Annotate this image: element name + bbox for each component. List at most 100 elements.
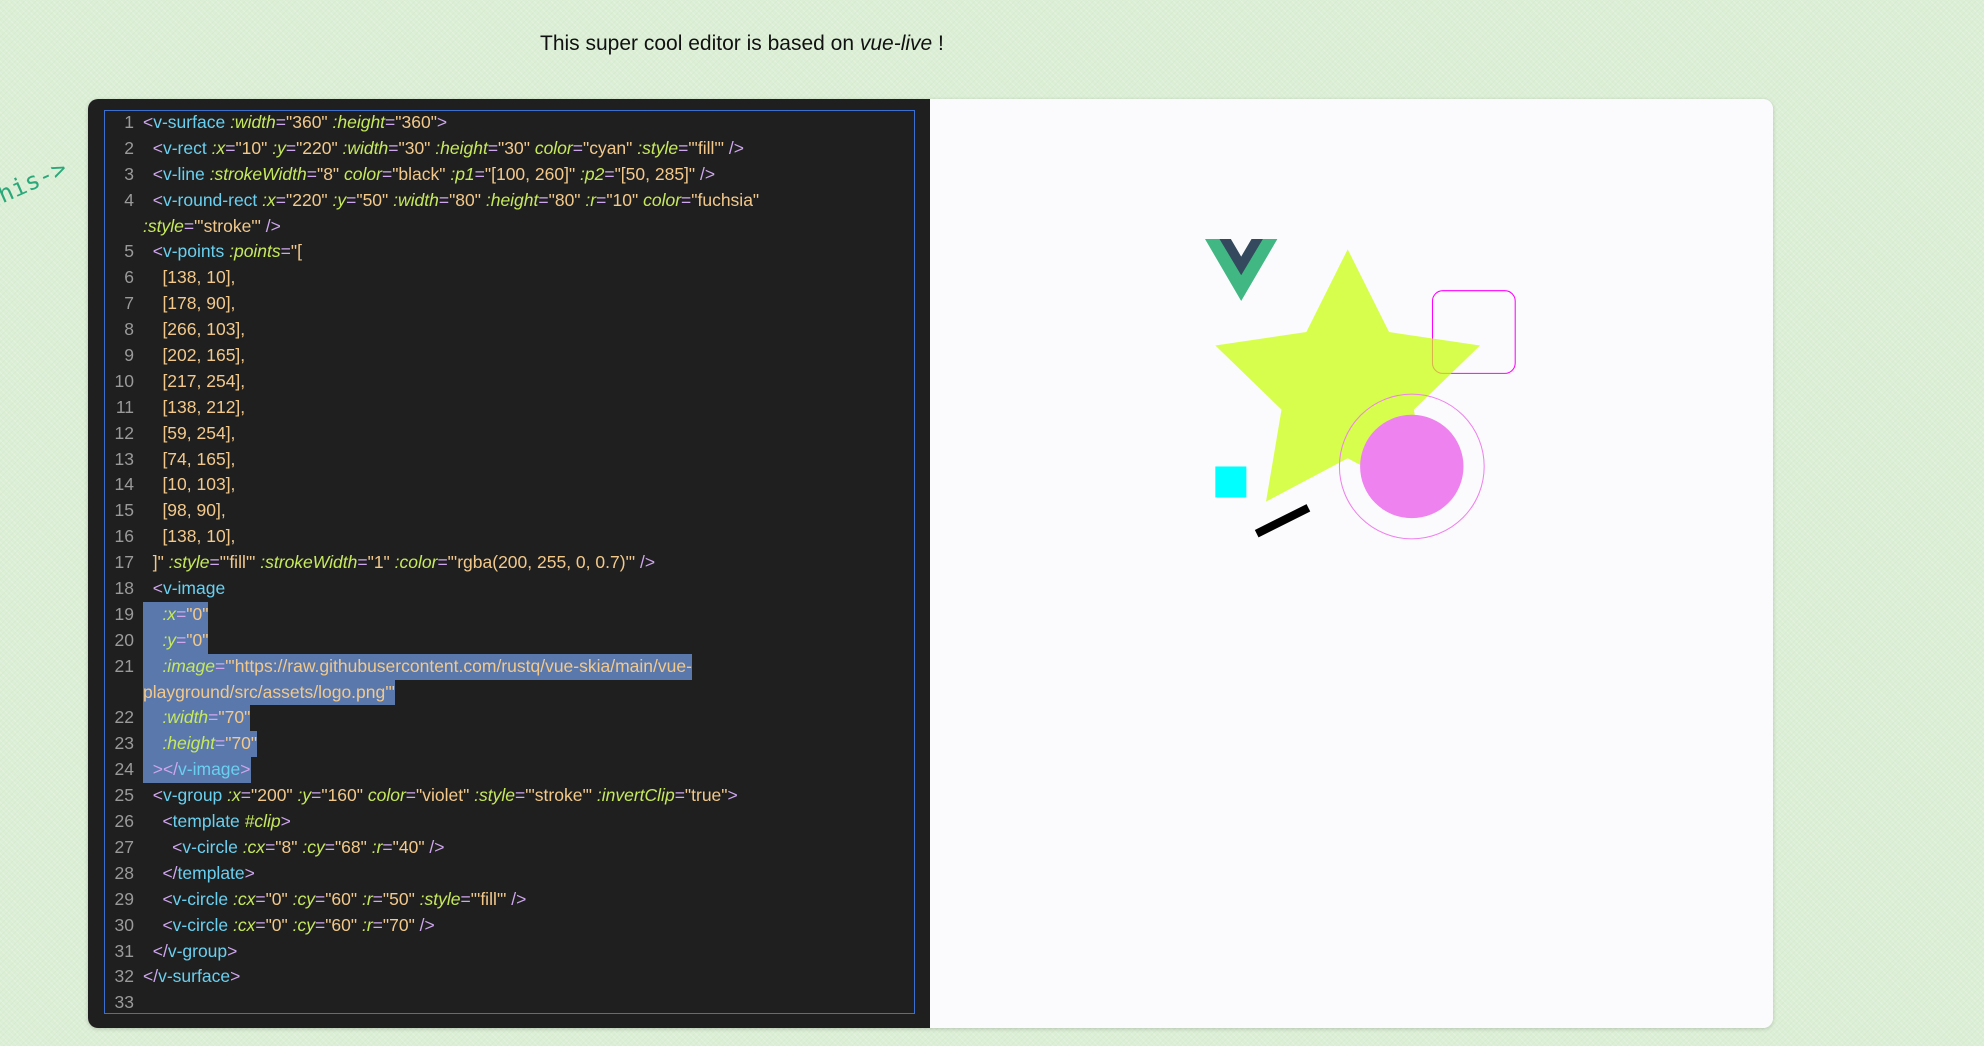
black-line [1254,504,1311,538]
code-line[interactable]: 19 :x="0" [104,601,915,628]
line-number: 22 [114,707,134,728]
code-token: > [436,112,448,132]
selected-code-text: playground/src/assets/logo.png'" [143,679,395,706]
header-text-end: ! [932,32,944,55]
code-text: <v-surface :width="360" :height="360"> [143,110,447,136]
code-token: [10, 103], [143,474,236,495]
code-token: = [176,629,187,650]
code-token: "fuchsia" [691,189,760,210]
code-line[interactable]: playground/src/assets/logo.png'" [104,679,915,706]
code-line[interactable]: 12 [59, 254], [104,421,915,447]
code-line[interactable]: 3 <v-line :strokeWidth="8" color="black"… [104,162,915,188]
code-token: [138, 10], [143,526,236,547]
code-token: > [240,759,251,780]
code-token: = [357,552,368,573]
code-line[interactable]: 32 </v-surface> [104,964,915,990]
code-token: = [285,137,297,158]
code-line[interactable]: 2 <v-rect :x="10" :y="220" :width="30" :… [104,136,915,162]
code-token: :width [342,137,389,158]
code-token: color [367,785,406,806]
code-token: [178, 90], [143,293,236,314]
code-line[interactable]: 11 [138, 212], [104,395,915,421]
code-token: </ [143,940,168,961]
line-number: 13 [114,448,134,469]
code-text: [138, 212], [143,395,245,421]
code-token: template [172,811,245,832]
code-token: :r [361,888,373,909]
code-token: = [438,189,450,210]
code-token: v-surface [158,966,231,987]
code-token: :height [332,112,386,132]
code-token: "'stroke'" [525,785,597,806]
code-lines[interactable]: 1 <v-surface :width="360" :height="360"> 2… [104,110,915,1016]
code-line[interactable]: 33 [104,990,915,1016]
line-number: 2 [124,137,134,158]
code-line[interactable]: 4 <v-round-rect :x="220" :y="50" :width=… [104,188,915,214]
code-token: "'rgba(200, 255, 0, 0.7)'" [447,552,640,573]
code-line[interactable]: 25 <v-group :x="200" :y="160" color="vio… [104,783,915,809]
code-line[interactable]: 6 [138, 10], [104,265,915,291]
code-line[interactable]: 15 [98, 90], [104,498,915,524]
code-token: :strokeWidth [209,163,307,184]
vue-live-link[interactable]: vue-live [860,32,932,55]
code-line[interactable]: 18 <v-image [104,576,915,602]
code-line[interactable]: 24 ></v-image> [104,757,915,784]
code-token: "220" [286,189,333,210]
code-token: "80" [548,189,586,210]
code-line[interactable]: 5 <v-points :points="[ [104,239,915,265]
code-line[interactable]: 17 ]" :style="'fill'" :strokeWidth="1" :… [104,550,915,576]
code-line[interactable]: 29 <v-circle :cx="0" :cy="60" :r="50" :s… [104,887,915,913]
code-token: </ [143,862,178,883]
code-token: :height [485,189,539,210]
code-line[interactable]: 16 [138, 10], [104,524,915,550]
code-line[interactable]: 7 [178, 90], [104,291,915,317]
code-token: :p2 [580,163,605,184]
code-line[interactable]: 27 <v-circle :cx="8" :cy="68" :r="40" /> [104,835,915,861]
code-token: = [275,112,287,132]
code-token: /> [429,836,445,857]
code-line[interactable]: 14 [10, 103], [104,472,915,498]
selected-code-text: :image="'https://raw.githubusercontent.c… [143,653,692,680]
code-token: < [143,836,183,857]
code-token: > [230,966,241,987]
code-line[interactable]: 23 :height="70" [104,731,915,758]
code-token: "30" [498,137,535,158]
line-number: 15 [114,500,134,521]
code-text: </v-group> [143,939,238,965]
code-line[interactable]: 30 <v-circle :cx="0" :cy="60" :r="70" /> [104,913,915,939]
code-token: #clip [244,811,281,832]
code-text: [138, 10], [143,524,235,550]
code-token: = [515,785,526,806]
code-line[interactable]: 21 :image="'https://raw.githubuserconten… [104,653,915,680]
code-token: v-group [167,940,228,961]
code-token: :color [394,552,438,573]
code-line[interactable]: 13 [74, 165], [104,447,915,473]
code-token: [202, 165], [143,345,246,366]
code-line[interactable]: 10 [217, 254], [104,369,915,395]
code-token: "360" [286,112,333,132]
code-text: <v-points :points="[ [143,239,302,265]
code-line[interactable]: 31 </v-group> [104,939,915,965]
code-line[interactable]: :style="'stroke'" /> [104,214,915,240]
code-token: "30" [398,137,436,158]
preview-svg [1205,239,1516,540]
line-number: 21 [114,655,134,676]
code-token: :style [419,888,461,909]
code-token: :cx [232,914,256,935]
code-line[interactable]: 8 [266, 103], [104,317,915,343]
code-line[interactable]: 1 <v-surface :width="360" :height="360"> [104,110,915,136]
code-editor[interactable]: 1 <v-surface :width="360" :height="360"> 2… [88,99,930,1028]
code-token: < [143,811,173,832]
code-line[interactable]: 20 :y="0" [104,627,915,654]
line-number: 28 [114,862,134,883]
code-token: = [405,785,417,806]
code-line[interactable]: 28 </template> [104,861,915,887]
code-line[interactable]: 26 <template #clip> [104,809,915,835]
code-line[interactable]: 9 [202, 165], [104,343,915,369]
code-token: "[50, 285]" [614,163,700,184]
code-token: = [183,215,195,236]
code-token: "black" [392,163,451,184]
code-token: color [643,189,682,210]
code-line[interactable]: 22 :width="70" [104,705,915,732]
code-token: > [244,862,255,883]
